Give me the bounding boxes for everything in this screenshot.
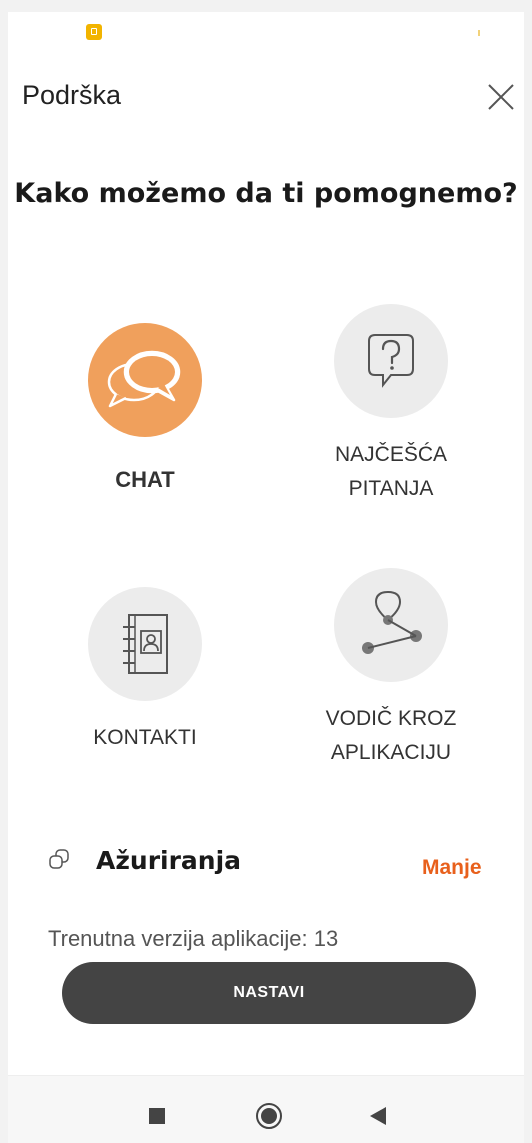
- question-bubble-icon: [368, 334, 414, 388]
- option-app-guide-label: VODIČ KROZ APLIKACIJU: [325, 707, 457, 764]
- continue-button[interactable]: NASTAVI: [62, 962, 476, 1024]
- help-headline: Kako možemo da ti pomognemo?: [14, 178, 518, 209]
- option-contacts[interactable]: KONTAKTI: [35, 587, 255, 755]
- option-faq-circle: [334, 304, 448, 418]
- app-version-text: Trenutna verzija aplikacije: 13: [48, 926, 339, 951]
- option-chat-label: CHAT: [115, 467, 175, 492]
- option-contacts-circle: [88, 587, 202, 701]
- option-app-guide[interactable]: VODIČ KROZ APLIKACIJU: [281, 568, 501, 770]
- option-contacts-label: KONTAKTI: [93, 726, 197, 749]
- copy-icon: [49, 849, 69, 869]
- notification-icon: [86, 24, 102, 40]
- option-faq[interactable]: NAJČEŠĆA PITANJA: [281, 304, 501, 506]
- close-icon[interactable]: [486, 82, 516, 112]
- status-bar: [8, 12, 524, 52]
- option-chat-circle: [88, 323, 202, 437]
- recent-apps-icon[interactable]: [149, 1108, 165, 1124]
- back-icon[interactable]: [370, 1107, 386, 1125]
- route-guide-icon: [362, 590, 422, 654]
- home-icon[interactable]: [256, 1103, 282, 1129]
- system-nav-bar: [8, 1075, 524, 1143]
- support-screen: Podrška Kako možemo da ti pomognemo? CHA…: [8, 12, 524, 1143]
- page-title: Podrška: [22, 80, 122, 110]
- updates-title: Ažuriranja: [96, 846, 242, 875]
- status-indicator: [478, 30, 480, 36]
- option-app-guide-circle: [334, 568, 448, 682]
- option-chat[interactable]: CHAT: [35, 323, 255, 497]
- chat-bubbles-icon: [107, 350, 181, 408]
- address-book-icon: [123, 614, 168, 674]
- updates-toggle-link[interactable]: Manje: [422, 856, 482, 880]
- option-faq-label: NAJČEŠĆA PITANJA: [334, 443, 448, 500]
